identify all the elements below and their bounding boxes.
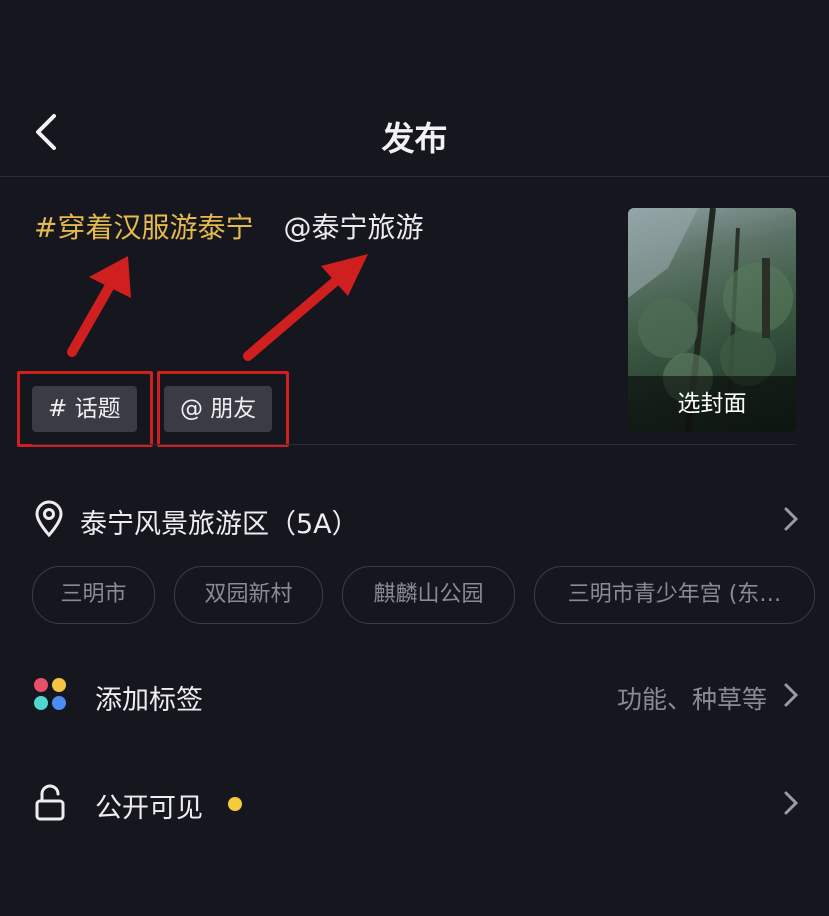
location-suggestion[interactable]: 双园新村 — [174, 566, 323, 624]
annotation-arrow-friend — [243, 275, 342, 361]
top-bar: 发布 — [0, 88, 829, 177]
section-divider — [32, 444, 796, 445]
chevron-right-icon — [783, 506, 799, 536]
location-pin-icon — [32, 500, 66, 542]
unlock-icon — [32, 784, 68, 826]
visibility-row[interactable]: 公开可见 — [0, 774, 829, 832]
location-row[interactable]: 泰宁风景旅游区（5A） — [0, 490, 829, 548]
status-dot — [228, 797, 242, 811]
add-tag-row[interactable]: 添加标签 功能、种草等 — [0, 666, 829, 724]
location-suggestion[interactable]: 三明市青少年宫 (东… — [534, 566, 815, 624]
chevron-right-icon — [783, 682, 799, 712]
annotation-arrow-topic — [67, 277, 117, 357]
mention-friend-button[interactable]: @ 朋友 — [164, 386, 273, 432]
post-compose-area[interactable]: #穿着汉服游泰宁 @泰宁旅游 # 话题 @ 朋友 选封面 — [0, 176, 829, 447]
cover-label: 选封面 — [628, 376, 796, 432]
page-title: 发布 — [381, 119, 448, 158]
add-tag-label: 添加标签 — [95, 685, 203, 716]
chevron-right-icon — [783, 790, 799, 820]
location-label: 泰宁风景旅游区（5A） — [80, 509, 359, 540]
location-suggestion[interactable]: 三明市 — [32, 566, 155, 624]
tags-icon — [32, 676, 68, 716]
visibility-label: 公开可见 — [95, 793, 203, 824]
add-tag-hint: 功能、种草等 — [616, 685, 767, 714]
topic-button[interactable]: # 话题 — [32, 386, 137, 432]
location-suggestion[interactable]: 麒麟山公园 — [342, 566, 515, 624]
cover-picker[interactable]: 选封面 — [628, 208, 796, 432]
